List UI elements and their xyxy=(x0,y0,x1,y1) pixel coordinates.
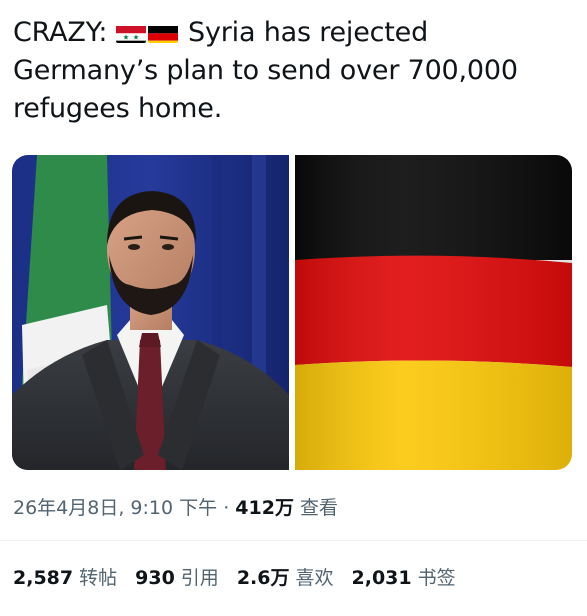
meta-separator: · xyxy=(223,497,230,519)
stat-quotes[interactable]: 930 引用 xyxy=(135,563,219,590)
stat-likes[interactable]: 2.6万 喜欢 xyxy=(237,563,334,590)
post-media[interactable] xyxy=(12,155,572,470)
views-count: 412万 xyxy=(235,497,294,519)
stat-bookmarks[interactable]: 2,031 书签 xyxy=(352,563,456,590)
views-label: 查看 xyxy=(300,497,339,519)
stat-count: 2.6万 xyxy=(236,567,290,589)
post-timestamp[interactable]: 26年4月8日, 9:10 下午 xyxy=(13,497,217,519)
engagement-stats: 2,587 转帖 930 引用 2.6万 喜欢 2,031 书签 xyxy=(13,563,456,590)
divider xyxy=(0,540,587,541)
syria-flag-icon xyxy=(115,21,146,43)
stat-retweets[interactable]: 2,587 转帖 xyxy=(13,563,117,590)
post-text: CRAZY: Syria has rejected Germany’s plan… xyxy=(13,14,573,128)
stat-count: 2,031 xyxy=(351,567,412,589)
stat-label: 转帖 xyxy=(79,567,118,589)
stat-label: 书签 xyxy=(417,567,456,589)
post-text-prefix: CRAZY: xyxy=(13,17,116,48)
stat-count: 930 xyxy=(135,567,175,589)
post-meta: 26年4月8日, 9:10 下午 · 412万 查看 xyxy=(13,493,338,520)
post-card: CRAZY: Syria has rejected Germany’s plan… xyxy=(0,0,587,616)
stat-label: 喜欢 xyxy=(295,567,334,589)
germany-flag-icon xyxy=(147,21,178,43)
germany-flag-photo[interactable] xyxy=(295,155,572,470)
portrait-photo[interactable] xyxy=(12,155,289,470)
stat-label: 引用 xyxy=(180,567,219,589)
stat-count: 2,587 xyxy=(13,567,74,589)
